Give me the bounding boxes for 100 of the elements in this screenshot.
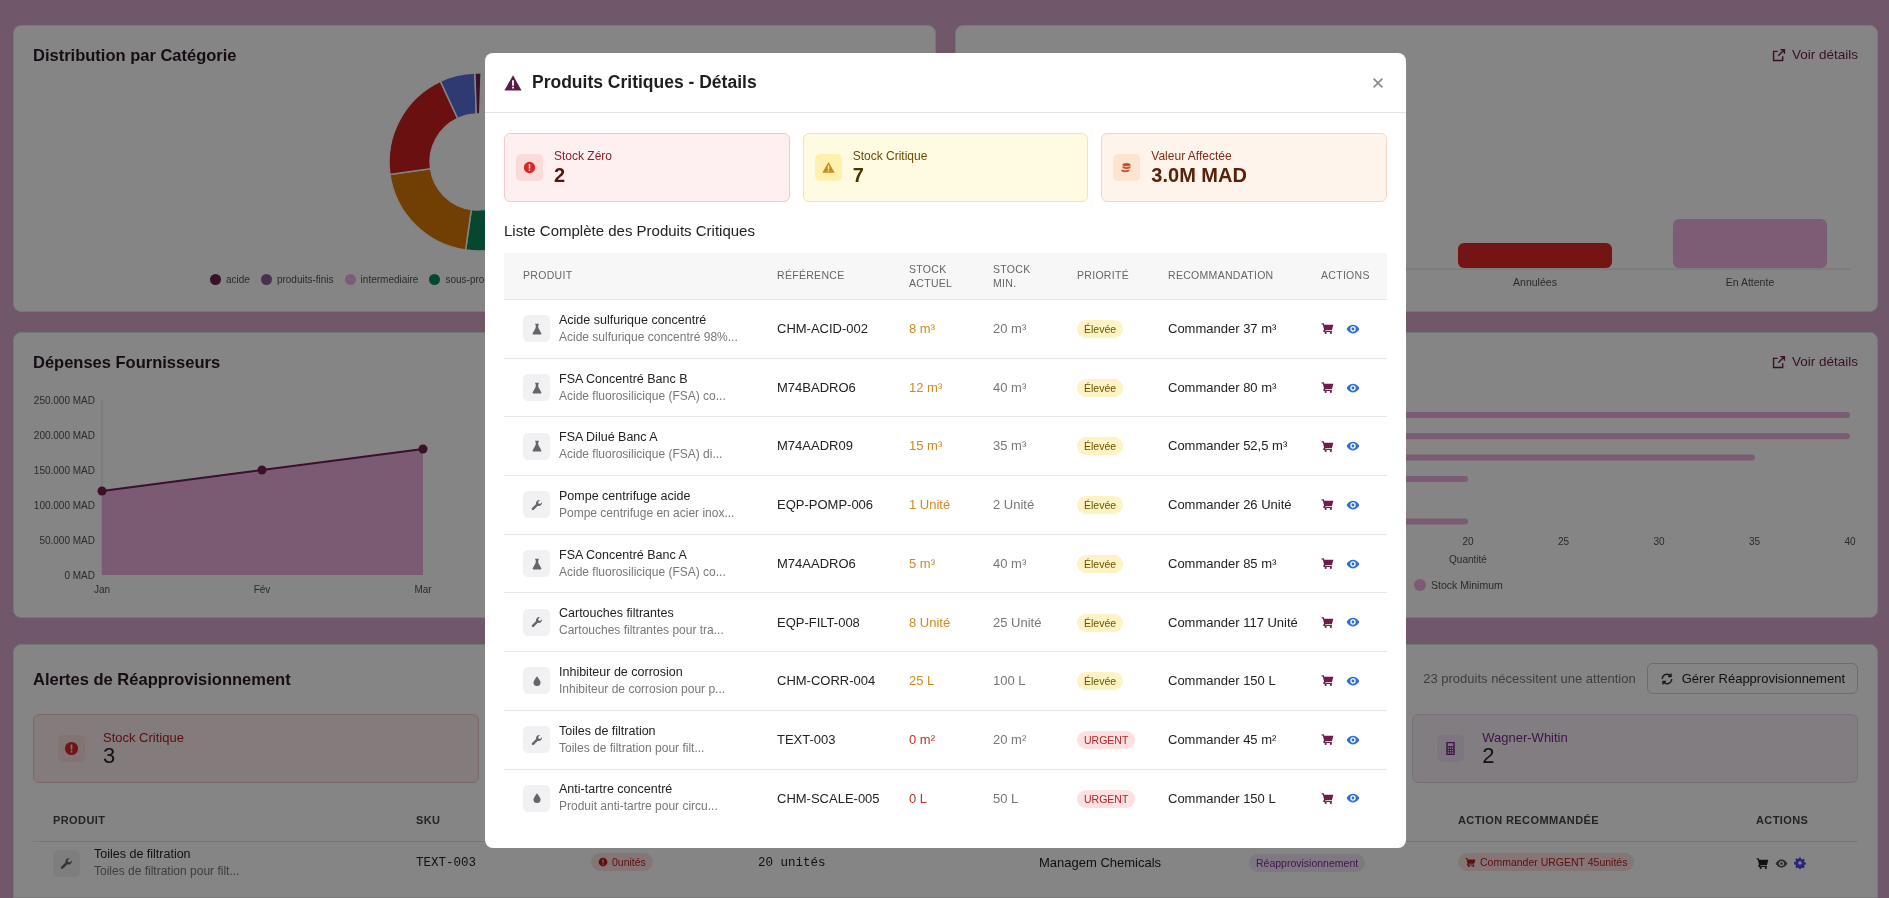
section-title: Liste Complète des Produits Critiques	[504, 222, 756, 240]
stat-value: 7	[852, 164, 865, 186]
cart-icon[interactable]	[1321, 733, 1334, 747]
cart-icon[interactable]	[1756, 856, 1769, 870]
tick-label: Jan	[93, 584, 111, 595]
tick-label: 250.000 MAD	[33, 395, 95, 406]
column-header: STOCK MIN.	[993, 262, 1032, 290]
table-cell-text: M74AADRO6	[777, 554, 857, 573]
stat-label: Stock Critique	[852, 149, 928, 164]
product-name: Toiles de filtration	[559, 722, 657, 740]
product-name: Pompe centrifuge acide	[559, 487, 692, 505]
product-description: Acide fluorosilicique (FSA) di...	[559, 446, 723, 464]
table-cell-text: 25 Unité	[993, 613, 1043, 632]
settings-icon[interactable]	[1794, 857, 1806, 869]
product-name: Cartouches filtrantes	[559, 605, 675, 623]
column-header: SKU	[416, 813, 442, 829]
cart-icon[interactable]	[1321, 615, 1334, 629]
column-header: PRODUIT	[52, 813, 107, 829]
stat-value: 2	[1482, 745, 1495, 767]
product-description: Acide fluorosilicique (FSA) co...	[559, 563, 726, 581]
cart-icon[interactable]	[1321, 791, 1334, 805]
column-header: RECOMMANDATION	[1168, 268, 1275, 284]
column-header: ACTION RECOMMANDÉE	[1458, 813, 1601, 829]
tick-label: 50.000 MAD	[39, 535, 95, 546]
details-link[interactable]: Voir détails	[1771, 351, 1858, 373]
table-cell-text: 20 unités	[758, 854, 827, 872]
column-header: PRODUIT	[523, 268, 574, 284]
priority-badge: Élevée	[1077, 496, 1124, 515]
stat-label: Stock Critique	[103, 730, 184, 745]
stat-label: Wagner-Whitin	[1482, 730, 1568, 745]
table-cell-text: Commander 52,5 m³	[1168, 437, 1289, 456]
product-description: Inhibiteur de corrosion pour p...	[559, 680, 726, 698]
product-description: Cartouches filtrantes pour tra...	[559, 622, 724, 640]
details-link[interactable]: Voir détails	[1771, 44, 1858, 66]
table-cell-text: TEXT-003	[416, 854, 477, 872]
tick-label: 30	[1653, 536, 1665, 547]
alert-icon	[64, 741, 79, 756]
priority-badge: Élevée	[1077, 437, 1124, 456]
refresh-icon	[1659, 671, 1674, 686]
axis-title: Quantité	[1449, 554, 1487, 565]
stock-value: 8 m³	[909, 320, 936, 339]
cart-icon[interactable]	[1321, 381, 1334, 395]
table-cell-text: 35 m³	[993, 437, 1028, 456]
priority-badge: Élevée	[1077, 378, 1124, 397]
external-link-icon	[1771, 48, 1786, 62]
table-cell-text: Commander 26 Unité	[1168, 496, 1293, 515]
table-cell-text: Managem Chemicals	[1039, 854, 1163, 873]
tick-label: 100.000 MAD	[33, 500, 95, 511]
data-point	[97, 486, 107, 496]
axis-label: En Attente	[1725, 276, 1775, 288]
view-icon[interactable]	[1775, 856, 1788, 870]
table-cell-text: 100 L	[993, 672, 1027, 691]
product-description: Acide fluorosilicique (FSA) co...	[559, 387, 726, 405]
product-name: Toiles de filtration	[94, 846, 192, 863]
wrench-icon	[60, 856, 73, 870]
product-name: Acide sulfurique concentré	[559, 311, 708, 329]
table-cell-text: EQP-FILT-008	[777, 613, 861, 632]
card-title: Dépenses Fournisseurs	[33, 352, 222, 373]
tick-label: 40	[1844, 536, 1856, 547]
product-description: Produit anti-tartre pour circu...	[559, 798, 718, 816]
tick-label: 35	[1748, 536, 1761, 547]
summary-text: 23 produits nécessitent une attention	[1423, 669, 1636, 688]
axis-label: Annulées	[1513, 276, 1557, 288]
cart-icon[interactable]	[1321, 674, 1334, 688]
column-header: ACTIONS	[1321, 268, 1371, 284]
cart-icon[interactable]	[1321, 322, 1334, 336]
method-badge: Réapprovisionnement	[1249, 854, 1366, 873]
stat-label: Stock Zéro	[554, 149, 613, 164]
cart-icon[interactable]	[1321, 439, 1334, 453]
table-cell-text: Commander 117 Unité	[1168, 613, 1299, 632]
tick-label: Mar	[414, 584, 432, 595]
table-cell-text: 2 Unité	[993, 496, 1036, 515]
warning-icon	[821, 161, 835, 174]
table-cell-text: 40 m³	[993, 554, 1028, 573]
legend-label: sous-pro	[445, 273, 485, 287]
stat-value: 3.0M MAD	[1151, 164, 1247, 186]
manage-button[interactable]: Gérer Réapprovisionnement	[1646, 663, 1858, 694]
coins-icon	[1120, 161, 1134, 174]
warning-icon	[504, 73, 522, 92]
stock-value: 5 m³	[909, 554, 936, 573]
tick-label: Fév	[253, 584, 271, 595]
stock-badge: 0unités	[591, 853, 653, 872]
product-name: FSA Concentré Banc B	[559, 370, 689, 388]
priority-badge: URGENT	[1077, 789, 1136, 808]
priority-badge: Élevée	[1077, 672, 1124, 691]
data-point	[418, 444, 428, 454]
priority-badge: Élevée	[1077, 320, 1124, 339]
table-cell-text: TEXT-003	[777, 730, 837, 749]
drop-icon	[530, 674, 543, 687]
wrench-icon	[530, 616, 543, 629]
cart-icon	[1465, 856, 1476, 868]
cart-icon[interactable]	[1321, 557, 1334, 571]
table-cell-text: 50 L	[993, 789, 1020, 808]
alert-icon	[523, 161, 536, 174]
stock-value: 15 m³	[909, 437, 944, 456]
action-badge: Commander URGENT 45unités	[1458, 853, 1635, 871]
cart-icon[interactable]	[1321, 498, 1334, 512]
column-header: RÉFÉRENCE	[777, 268, 846, 284]
priority-badge: Élevée	[1077, 554, 1124, 573]
product-name: Anti-tartre concentré	[559, 781, 674, 799]
